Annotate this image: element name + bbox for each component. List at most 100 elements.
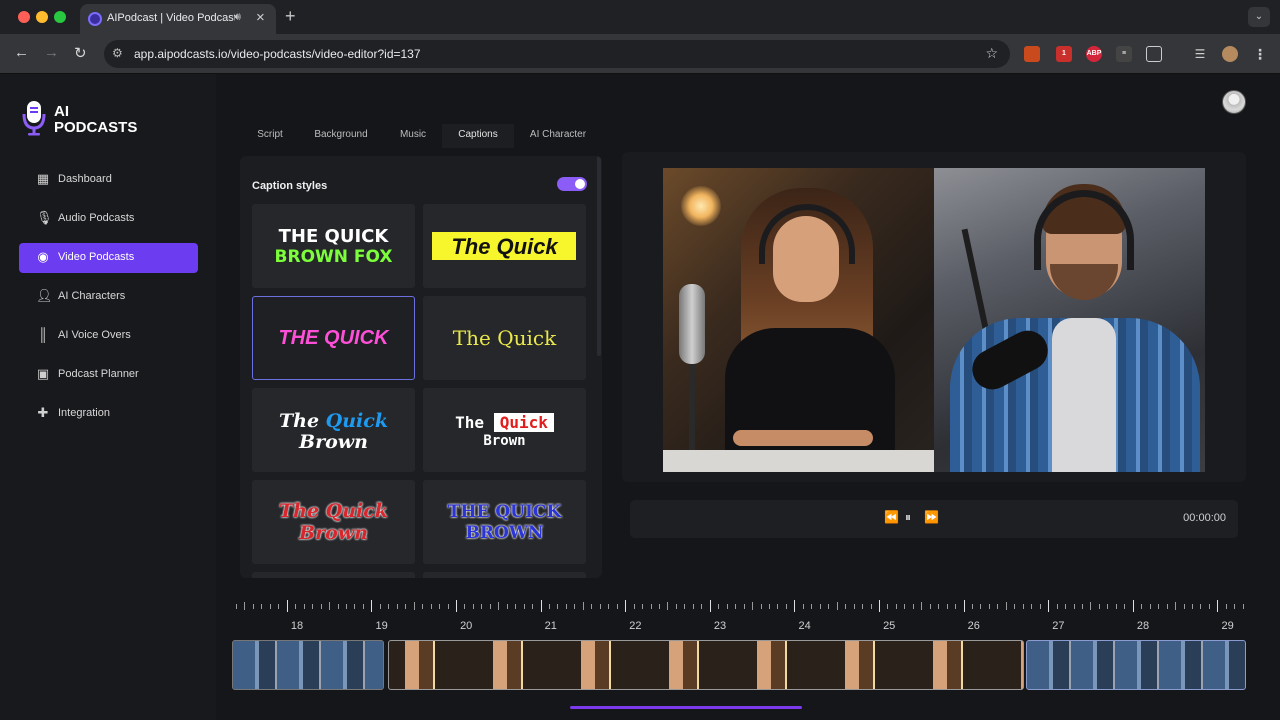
ruler-tick [498, 602, 500, 610]
podcast-icon: ◉ [37, 249, 49, 264]
ruler-tick [447, 604, 449, 609]
caption-styles-toggle[interactable] [557, 177, 587, 191]
caption-style-card[interactable]: The Quick [423, 204, 586, 288]
ruler-tick [659, 604, 660, 609]
ruler-tick [1107, 604, 1109, 609]
maximize-window-button[interactable] [54, 11, 66, 23]
pause-icon[interactable]: ⏸ [905, 510, 911, 525]
tab-captions[interactable]: Captions [442, 124, 514, 148]
panel-scrollbar[interactable] [597, 156, 601, 356]
address-bar[interactable]: ⚙︎ app.aipodcasts.io/video-podcasts/vide… [104, 40, 1010, 68]
sidebar-item-ai-characters[interactable]: 👤︎ AI Characters [19, 282, 198, 312]
ruler-tick [1175, 602, 1177, 610]
ruler-tick [1065, 604, 1067, 609]
bookmark-star-icon[interactable]: ☆ [985, 45, 998, 62]
caption-line: Brown [299, 522, 368, 544]
sidebar-item-dashboard[interactable]: ▦ Dashboard [19, 165, 198, 195]
browser-menu-icon[interactable]: ⋮ [1252, 46, 1268, 62]
ruler-tick [997, 604, 999, 609]
ruler-tick [878, 600, 880, 612]
extension-badge-icon[interactable]: 1 [1056, 46, 1072, 62]
reload-icon[interactable]: ↻ [74, 44, 87, 62]
ruler-tick [1132, 600, 1134, 612]
caption-style-card[interactable]: The Quick Brown [252, 480, 415, 564]
timeline-clip-male[interactable] [1026, 640, 1246, 690]
minimize-window-button[interactable] [36, 11, 48, 23]
timeline-clip-male[interactable] [232, 640, 384, 690]
caption-style-card[interactable]: THE QUICK BROWN [423, 480, 586, 564]
ruler-tick [1158, 604, 1160, 609]
tab-search-button[interactable]: ⌄ [1248, 7, 1270, 27]
url-text[interactable]: app.aipodcasts.io/video-podcasts/video-e… [134, 47, 421, 61]
caption-style-card[interactable]: The Quick Brown [252, 388, 415, 472]
caption-style-card[interactable] [423, 572, 586, 578]
sidebar-item-integration[interactable]: ✚ Integration [19, 399, 198, 429]
tab-music[interactable]: Music [386, 124, 440, 148]
caption-styles-panel: Caption styles THE QUICK BROWN FOX The Q… [240, 156, 602, 578]
user-avatar[interactable] [1222, 90, 1246, 114]
caption-line: THE QUICK [278, 327, 389, 349]
profile-avatar-icon[interactable] [1222, 46, 1238, 62]
forward-icon[interactable]: → [44, 44, 59, 61]
ruler-tick [506, 604, 508, 609]
tab-ai-character[interactable]: AI Character [518, 124, 598, 148]
ruler-tick [1014, 604, 1016, 609]
caption-style-card[interactable]: The Quick [423, 296, 586, 380]
ruler-tick [472, 604, 474, 609]
ruler-tick [701, 604, 703, 609]
caption-line: THE QUICK [278, 226, 389, 247]
new-tab-button[interactable]: + [285, 6, 296, 27]
video-preview[interactable] [663, 168, 1205, 472]
browser-tab[interactable]: AIPodcast | Video Podcasts 🔊︎ × [80, 4, 276, 34]
adblock-icon[interactable]: ABP [1086, 46, 1102, 62]
tab-background[interactable]: Background [308, 124, 374, 148]
ruler-tick [371, 600, 373, 612]
ruler-tick [362, 604, 364, 609]
ruler-tick [278, 604, 280, 609]
ruler-tick [972, 604, 974, 609]
site-info-icon[interactable]: ⚙︎ [112, 46, 123, 60]
fast-forward-icon[interactable]: ⏩ [924, 510, 939, 524]
extension-fox-icon[interactable] [1024, 46, 1040, 62]
timeline-label: 21 [544, 620, 557, 632]
rewind-icon[interactable]: ⏪ [884, 510, 899, 524]
timeline-clip-female[interactable] [388, 640, 1024, 690]
ruler-tick [938, 604, 940, 609]
tab-script[interactable]: Script [232, 124, 308, 148]
caption-line: THE QUICK [447, 502, 562, 522]
extensions-puzzle-icon[interactable] [1146, 46, 1162, 62]
ruler-tick [811, 604, 813, 609]
ruler-tick [862, 604, 864, 609]
ruler-tick [329, 602, 331, 610]
ruler-tick [828, 604, 830, 609]
back-icon[interactable]: ← [14, 44, 29, 61]
sidebar-item-video-podcasts[interactable]: ◉ Video Podcasts [19, 243, 198, 273]
ruler-tick [895, 604, 897, 609]
ruler-tick [1217, 600, 1219, 612]
caption-style-card-selected[interactable]: THE QUICK [252, 296, 415, 380]
extension-translate-icon[interactable]: ≡ [1116, 46, 1132, 62]
caption-style-card[interactable]: The Quick Brown [423, 388, 586, 472]
tab-close-icon[interactable]: × [256, 9, 265, 26]
ruler-tick [1005, 602, 1007, 610]
sidebar-item-ai-voice-overs[interactable]: ║ AI Voice Overs [19, 321, 198, 351]
timeline-scrollbar[interactable] [570, 706, 802, 709]
caption-style-card[interactable]: THE QUICK BROWN FOX [252, 204, 415, 288]
ruler-tick [1098, 604, 1100, 609]
logo-text: AI PODCASTS [54, 104, 137, 136]
timeline-label: 18 [290, 620, 304, 632]
caption-line: The Quick [452, 326, 557, 350]
reading-list-icon[interactable]: ☰ [1192, 46, 1208, 62]
timeline-ruler[interactable] [232, 594, 1248, 614]
caption-style-card[interactable] [252, 572, 415, 578]
ruler-tick [1208, 604, 1210, 609]
caption-line-1: The Quick [252, 410, 415, 432]
sidebar-item-podcast-planner[interactable]: ▣ Podcast Planner [19, 360, 198, 390]
timeline-label: 22 [629, 620, 642, 632]
ruler-tick [1048, 600, 1050, 612]
ruler-tick [904, 604, 906, 609]
close-window-button[interactable] [18, 11, 30, 23]
timeline-label: 24 [798, 620, 811, 632]
sidebar-item-audio-podcasts[interactable]: 🎙︎ Audio Podcasts [19, 204, 198, 234]
speaker-icon[interactable]: 🔊︎ [234, 11, 241, 24]
